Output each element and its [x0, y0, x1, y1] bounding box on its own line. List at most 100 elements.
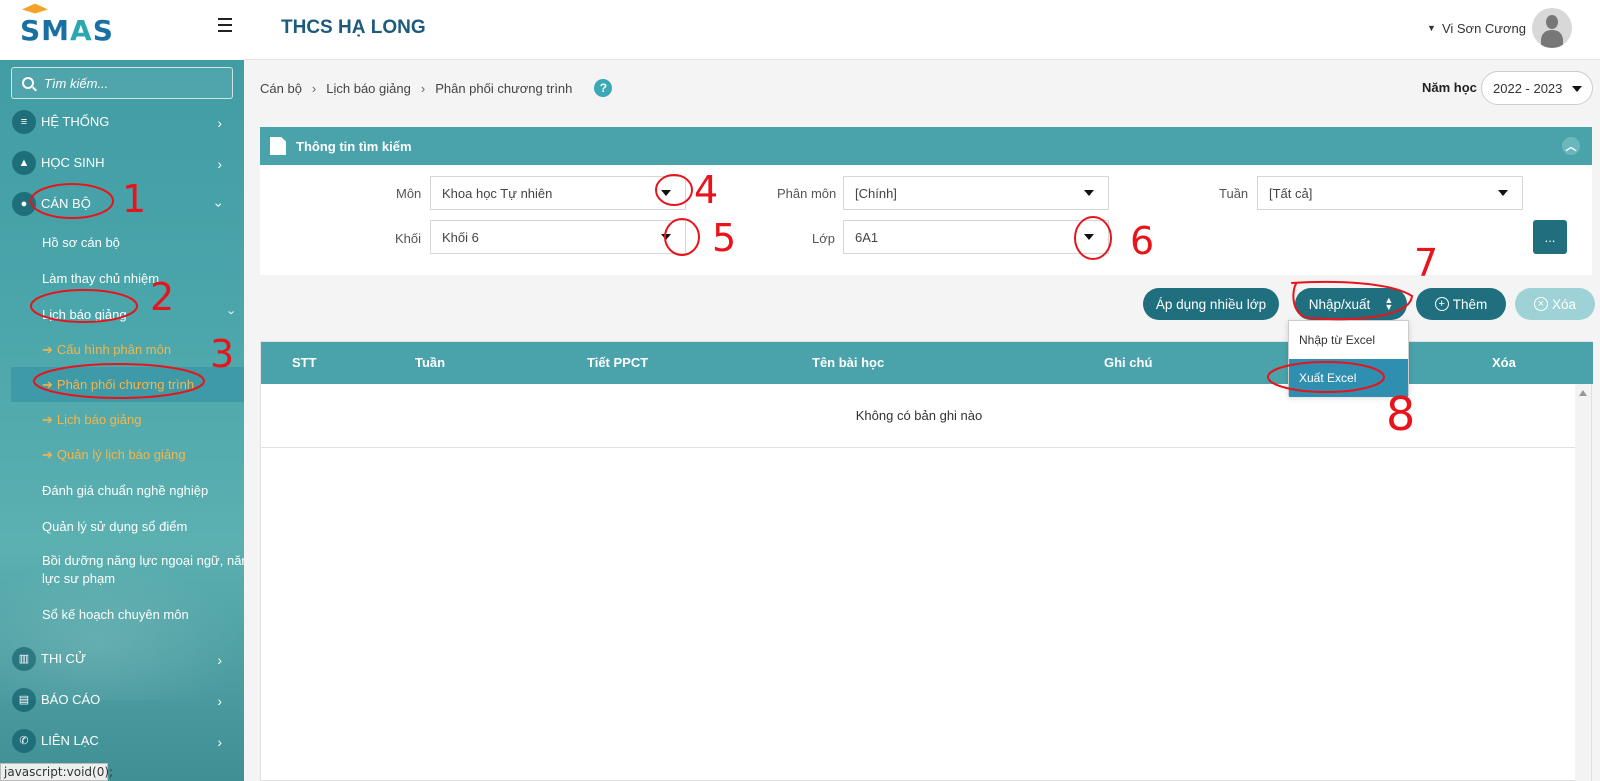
sidebar-item-label: Quản lý lịch báo giảng	[56, 447, 186, 462]
chevron-right-icon: ›	[217, 734, 222, 750]
logo-bar: SMAS	[0, 0, 244, 60]
x-circle-icon: ×	[1533, 297, 1548, 311]
menu-label: THI CỬ	[41, 651, 87, 666]
sidebar-item-label: Cấu hình phân môn	[56, 342, 172, 357]
caret-down-icon: ▼	[1427, 23, 1436, 33]
more-options-button[interactable]: ...	[1533, 220, 1567, 254]
chevron-down-icon: ›	[224, 310, 240, 315]
topbar: THCS HẠ LONG ▼ Vi Sơn Cương	[244, 0, 1600, 60]
help-icon[interactable]: ?	[594, 79, 613, 97]
arrow-right-icon: ➔	[42, 446, 53, 462]
mon-value: Khoa học Tự nhiên	[442, 185, 553, 201]
sidebar: SMAS ≡ HỆ THỐNG › ▲ HỌC SINH › ● CÁN BỘ …	[0, 0, 244, 781]
sidebar-item-boi-duong[interactable]: Bồi dưỡng năng lực ngoại ngữ, năng lực s…	[0, 544, 244, 596]
khoi-value: Khối 6	[442, 229, 479, 245]
sidebar-item-phan-phoi-chuong-trinh[interactable]: ➔ Phân phối chương trình	[11, 367, 244, 402]
lop-select[interactable]: 6A1	[843, 220, 1109, 254]
sidebar-item-quan-ly-so-diem[interactable]: Quản lý sử dụng sổ điểm	[0, 508, 244, 544]
phan-mon-select[interactable]: [Chính]	[843, 176, 1109, 210]
avatar	[1532, 8, 1572, 48]
school-title: THCS HẠ LONG	[281, 17, 426, 38]
add-label: Thêm	[1452, 296, 1488, 312]
menu-label: CÁN BỘ	[41, 196, 91, 211]
data-table: STT Tuần Tiết PPCT Tên bài học Ghi chú X…	[260, 341, 1593, 781]
export-excel-option[interactable]: Xuất Excel	[1289, 359, 1408, 397]
menu-bao-cao[interactable]: ▤ BÁO CÁO ›	[0, 679, 244, 720]
header-xoa: Xóa	[1492, 355, 1516, 370]
collapse-icon[interactable]: ︿	[1562, 137, 1580, 155]
menu-can-bo[interactable]: ● CÁN BỘ ›	[0, 183, 244, 224]
import-export-dropdown: Nhập từ Excel Xuất Excel	[1288, 320, 1409, 397]
sidebar-item-cau-hinh-phan-mon[interactable]: ➔ Cấu hình phân môn	[0, 332, 244, 367]
sidebar-item-lich-bao-giang-sub[interactable]: ➔ Lịch báo giảng	[0, 402, 244, 437]
phone-icon: ✆	[12, 728, 36, 753]
sidebar-item-danh-gia-chuan[interactable]: Đánh giá chuẩn nghề nghiệp	[0, 472, 244, 508]
menu-he-thong[interactable]: ≡ HỆ THỐNG ›	[0, 101, 244, 142]
sidebar-item-label: Lịch báo giảng	[56, 412, 142, 427]
search-document-icon	[270, 137, 286, 155]
delete-label: Xóa	[1551, 296, 1577, 312]
user-menu[interactable]: ▼ Vi Sơn Cương	[1427, 8, 1572, 48]
sidebar-search-input[interactable]	[44, 75, 214, 91]
menu-lien-lac[interactable]: ✆ LIÊN LẠC ›	[0, 720, 244, 761]
chart-icon: ▥	[12, 646, 36, 671]
plus-circle-icon: +	[1434, 297, 1449, 311]
caret-down-icon	[661, 234, 671, 240]
menu-hoc-sinh[interactable]: ▲ HỌC SINH ›	[0, 142, 244, 183]
apply-multiple-classes-button[interactable]: Áp dụng nhiều lớp	[1143, 288, 1279, 320]
menu-thi-cu[interactable]: ▥ THI CỬ ›	[0, 638, 244, 679]
mon-select[interactable]: Khoa học Tự nhiên	[430, 176, 686, 210]
school-year-value: 2022 - 2023	[1493, 80, 1563, 96]
logo-text-a: A	[70, 13, 93, 47]
khoi-label: Khối	[395, 231, 422, 246]
sidebar-item-quan-ly-lich-bao-giang[interactable]: ➔ Quản lý lịch báo giảng	[0, 437, 244, 472]
phan-mon-label: Phân môn	[777, 186, 837, 201]
import-excel-option[interactable]: Nhập từ Excel	[1289, 321, 1408, 359]
hamburger-menu-icon[interactable]	[218, 18, 232, 32]
smas-logo[interactable]: SMAS	[20, 3, 114, 47]
tuan-label: Tuần	[1219, 186, 1249, 201]
sidebar-item-ho-so-can-bo[interactable]: Hồ sơ cán bộ	[0, 224, 244, 260]
logo-text-s: S	[92, 13, 114, 47]
breadcrumb-item[interactable]: Lịch báo giảng	[326, 81, 411, 96]
sort-arrows-icon: ▲ ▼	[1384, 295, 1394, 312]
chevron-right-icon: ›	[217, 652, 222, 668]
chevron-right-icon: ›	[217, 115, 222, 131]
mon-label: Môn	[396, 186, 422, 201]
import-export-button[interactable]: Nhập/xuất ▲ ▼	[1295, 288, 1407, 320]
search-panel-title: Thông tin tìm kiếm	[296, 138, 412, 154]
arrow-right-icon: ➔	[42, 376, 53, 392]
table-scrollbar[interactable]	[1575, 384, 1591, 781]
add-button[interactable]: + Thêm	[1416, 288, 1506, 320]
caret-down-icon	[1498, 190, 1508, 196]
scroll-up-arrow-icon[interactable]	[1579, 390, 1587, 396]
chevron-right-icon: ›	[311, 80, 317, 96]
browser-status-bar: javascript:void(0);	[0, 763, 113, 781]
header-tiet-ppct: Tiết PPCT	[587, 355, 649, 370]
user-name: Vi Sơn Cương	[1441, 20, 1526, 36]
sidebar-item-lam-thay-chu-nhiem[interactable]: Làm thay chủ nhiệm	[0, 260, 244, 296]
sidebar-item-label: Lịch báo giảng	[42, 306, 127, 322]
arrow-right-icon: ➔	[42, 341, 53, 357]
sidebar-item-so-ke-hoach[interactable]: Sổ kế hoạch chuyên môn	[0, 596, 244, 632]
header-tuan: Tuần	[415, 355, 446, 370]
sidebar-item-label: Phân phối chương trình	[56, 377, 195, 392]
chevron-right-icon: ›	[420, 80, 426, 96]
caret-down-icon	[1084, 190, 1094, 196]
khoi-select[interactable]: Khối 6	[430, 220, 686, 254]
chevron-right-icon: ›	[217, 156, 222, 172]
menu-label: BÁO CÁO	[41, 692, 101, 707]
import-export-label: Nhập/xuất	[1308, 296, 1371, 312]
header-stt: STT	[292, 355, 317, 370]
arrow-right-icon: ➔	[42, 411, 53, 427]
tuan-select[interactable]: [Tất cả]	[1257, 176, 1523, 210]
caret-down-icon	[1572, 86, 1582, 92]
logo-text: SM	[20, 13, 71, 47]
search-icon	[22, 77, 34, 89]
document-icon: ▤	[12, 687, 36, 712]
sidebar-item-lich-bao-giang[interactable]: Lịch báo giảng ›	[0, 296, 244, 332]
breadcrumb-item[interactable]: Cán bộ	[260, 81, 302, 96]
sidebar-search	[11, 67, 233, 99]
school-year-select[interactable]: 2022 - 2023	[1481, 71, 1593, 105]
delete-button[interactable]: × Xóa	[1515, 288, 1595, 320]
